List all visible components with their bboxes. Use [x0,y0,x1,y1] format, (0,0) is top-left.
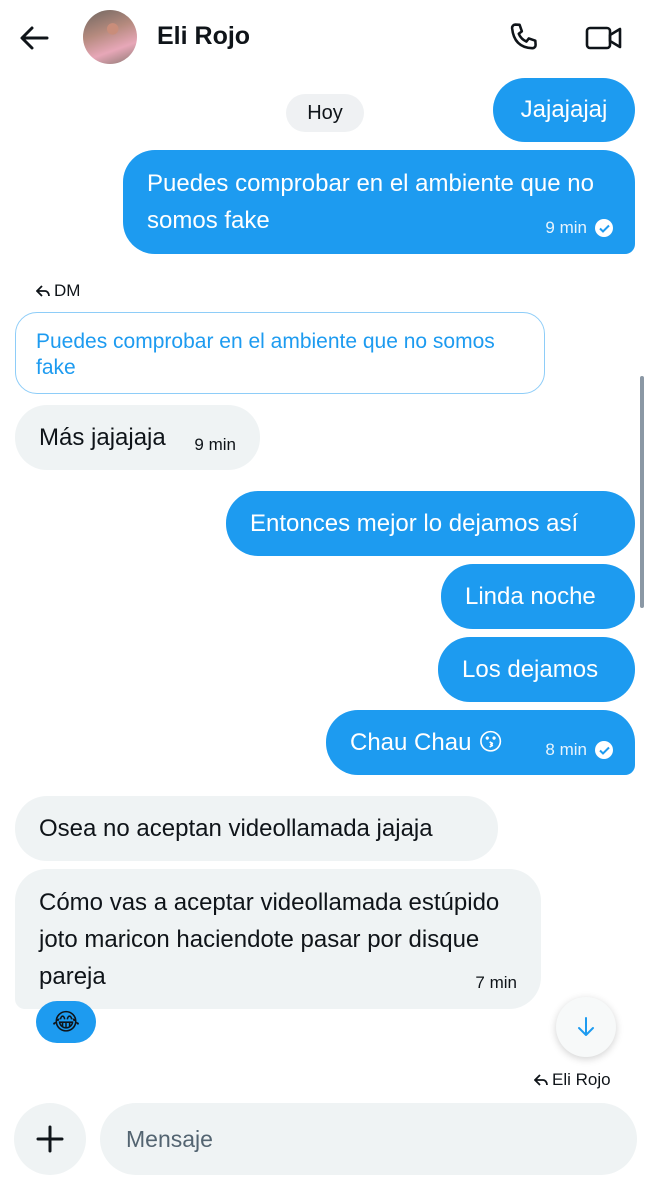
reaction-badge[interactable]: 😂 [36,1001,96,1043]
message-text: Chau Chau 😗 [350,729,504,756]
message-text: Jajajajaj [520,96,608,123]
message-input[interactable] [100,1103,637,1175]
message-text: Entonces mejor lo dejamos así [250,510,579,537]
laughing-emoji-icon: 😂 [51,1008,81,1036]
read-check-icon [595,219,613,237]
contact-name[interactable]: Eli Rojo [157,22,250,51]
add-attachment-button[interactable] [14,1103,86,1175]
message-time: 9 min [545,218,587,237]
message-bubble[interactable]: Chau Chau 😗 8 min [326,710,635,775]
message-text: Los dejamos [462,656,599,683]
reply-indicator-name: Eli Rojo [552,1070,611,1089]
message-bubble[interactable]: Osea no aceptan videollamada jajaja [15,796,498,861]
reply-indicator: Eli Rojo [534,1070,611,1090]
call-button[interactable] [503,18,543,58]
scrollbar[interactable] [640,376,644,608]
video-call-button[interactable] [582,18,626,58]
reply-target: DM [54,281,81,300]
message-bubble[interactable]: Entonces mejor lo dejamos así [226,491,635,556]
message-bubble[interactable]: Más jajajaja 9 min [15,405,260,470]
reply-label: DM [36,281,80,301]
message-text: Osea no aceptan videollamada jajaja [39,815,433,842]
message-text: Cómo vas a aceptar videollamada estúpido… [39,889,500,990]
reply-arrow-icon [36,285,50,297]
arrow-down-icon [578,1017,594,1036]
day-divider: Hoy [286,94,364,132]
scroll-to-bottom-button[interactable] [556,997,616,1057]
avatar[interactable] [83,10,137,64]
message-time: 8 min [545,740,587,759]
plus-icon [36,1125,64,1153]
phone-icon [510,23,537,50]
read-check-icon [595,741,613,759]
reply-arrow-icon [534,1074,548,1086]
message-text: Más jajajaja [39,424,166,451]
message-bubble[interactable]: Puedes comprobar en el ambiente que no s… [123,150,635,254]
message-bubble[interactable]: Linda noche [441,564,635,629]
back-button[interactable] [14,18,54,58]
message-time: 7 min [475,973,517,992]
message-bubble[interactable]: Los dejamos [438,637,635,702]
quoted-message[interactable]: Puedes comprobar en el ambiente que no s… [15,312,545,394]
message-time: 9 min [194,435,236,454]
message-text: Linda noche [465,583,596,610]
video-camera-icon [585,26,622,50]
arrow-left-icon [20,26,49,50]
message-bubble[interactable]: Cómo vas a aceptar videollamada estúpido… [15,869,541,1009]
message-bubble[interactable]: Jajajajaj [493,78,635,142]
